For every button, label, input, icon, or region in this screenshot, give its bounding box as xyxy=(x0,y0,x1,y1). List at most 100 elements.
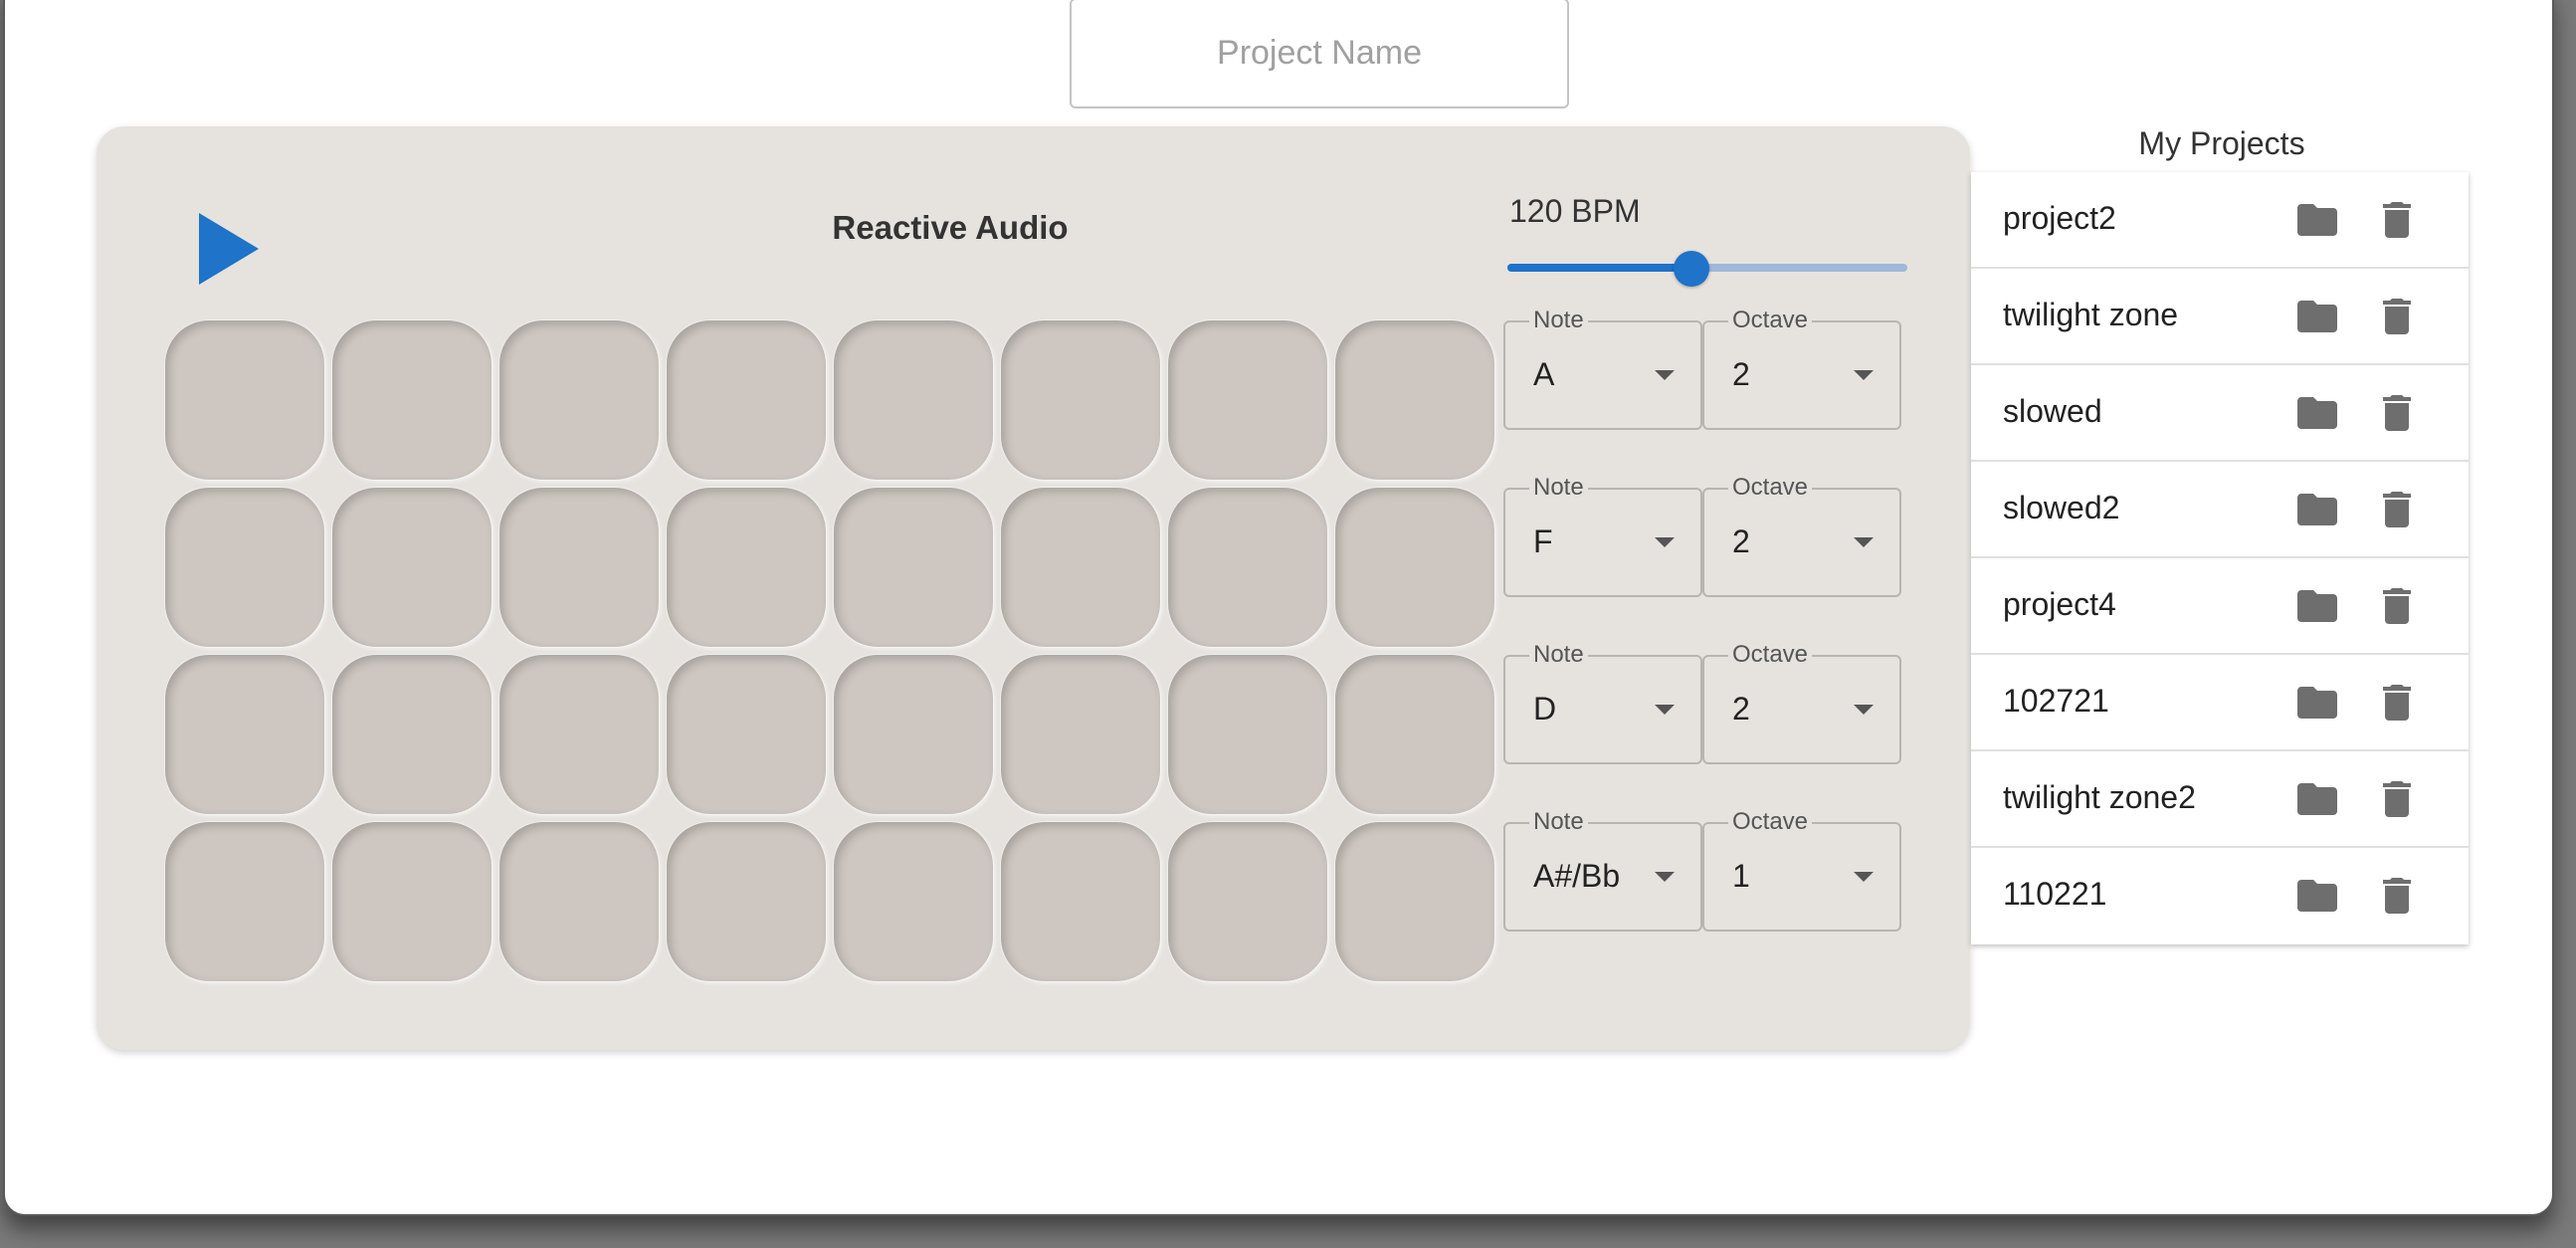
project-name: twilight zone2 xyxy=(2003,779,2196,815)
dropdown-arrow-icon xyxy=(1655,705,1675,715)
folder-icon[interactable] xyxy=(2293,196,2341,244)
note-select[interactable]: Note A xyxy=(1503,307,1702,430)
octave-select-label: Octave xyxy=(1728,307,1813,334)
project-name: slowed2 xyxy=(2003,490,2120,525)
octave-select-value: 2 xyxy=(1732,691,1750,727)
step-pad[interactable] xyxy=(1001,822,1160,981)
step-pad[interactable] xyxy=(1168,320,1327,480)
octave-select-value: 2 xyxy=(1732,356,1750,392)
bpm-label: 120 BPM xyxy=(1509,193,1641,229)
trash-icon[interactable] xyxy=(2373,679,2421,727)
dropdown-arrow-icon xyxy=(1655,872,1675,882)
step-pad[interactable] xyxy=(332,655,492,814)
step-pad[interactable] xyxy=(332,822,492,981)
step-pad[interactable] xyxy=(165,488,324,647)
octave-select[interactable]: Octave 2 xyxy=(1702,641,1901,764)
step-pad[interactable] xyxy=(165,822,324,981)
slider-track xyxy=(1507,264,1691,272)
step-pad[interactable] xyxy=(834,488,993,647)
octave-select[interactable]: Octave 2 xyxy=(1702,307,1901,430)
dropdown-arrow-icon xyxy=(1854,705,1874,715)
note-select-label: Note xyxy=(1529,307,1588,334)
step-pad[interactable] xyxy=(165,655,324,814)
bpm-slider[interactable] xyxy=(1507,251,1907,287)
trash-icon[interactable] xyxy=(2373,486,2421,533)
project-row[interactable]: slowed2 xyxy=(1971,462,2469,558)
note-select-label: Note xyxy=(1529,641,1588,669)
play-button[interactable] xyxy=(199,213,259,285)
step-pad[interactable] xyxy=(165,320,324,480)
folder-icon[interactable] xyxy=(2293,582,2341,630)
dropdown-arrow-icon xyxy=(1854,872,1874,882)
step-pad[interactable] xyxy=(332,488,492,647)
step-pad[interactable] xyxy=(1168,488,1327,647)
project-row[interactable]: project2 xyxy=(1971,172,2469,269)
projects-list: project2 twilight zone slowed slowed2 projec… xyxy=(1971,172,2469,944)
step-pad[interactable] xyxy=(1168,822,1327,981)
step-pad[interactable] xyxy=(834,655,993,814)
step-pad[interactable] xyxy=(667,488,826,647)
octave-select-label: Octave xyxy=(1728,641,1813,669)
project-row[interactable]: 102721 xyxy=(1971,655,2469,751)
note-select-label: Note xyxy=(1529,474,1588,502)
slider-thumb[interactable] xyxy=(1673,251,1709,287)
step-pad[interactable] xyxy=(667,320,826,480)
note-select-value: F xyxy=(1533,523,1553,559)
trash-icon[interactable] xyxy=(2373,389,2421,437)
step-pad[interactable] xyxy=(834,822,993,981)
project-name-input[interactable] xyxy=(1070,0,1569,108)
step-pad[interactable] xyxy=(332,320,492,480)
step-pad[interactable] xyxy=(1335,320,1494,480)
folder-icon[interactable] xyxy=(2293,679,2341,727)
project-row[interactable]: project4 xyxy=(1971,558,2469,655)
folder-icon[interactable] xyxy=(2293,293,2341,340)
step-pad[interactable] xyxy=(1335,822,1494,981)
project-row[interactable]: twilight zone xyxy=(1971,269,2469,365)
dropdown-arrow-icon xyxy=(1854,537,1874,547)
folder-icon[interactable] xyxy=(2293,486,2341,533)
project-row[interactable]: slowed xyxy=(1971,365,2469,462)
note-select[interactable]: Note F xyxy=(1503,474,1702,597)
step-pad[interactable] xyxy=(499,320,659,480)
note-select[interactable]: Note A#/Bb xyxy=(1503,808,1702,932)
octave-select-label: Octave xyxy=(1728,474,1813,502)
sequencer-title: Reactive Audio xyxy=(832,209,1069,246)
dropdown-arrow-icon xyxy=(1854,370,1874,380)
folder-icon[interactable] xyxy=(2293,389,2341,437)
step-pad[interactable] xyxy=(1001,655,1160,814)
step-pad[interactable] xyxy=(1335,488,1494,647)
folder-icon[interactable] xyxy=(2293,872,2341,920)
play-icon xyxy=(199,213,259,285)
project-name: twilight zone xyxy=(2003,297,2179,332)
step-pad[interactable] xyxy=(834,320,993,480)
note-select[interactable]: Note D xyxy=(1503,641,1702,764)
my-projects-title: My Projects xyxy=(2138,125,2305,161)
step-pad[interactable] xyxy=(499,655,659,814)
project-name: slowed xyxy=(2003,393,2102,429)
project-row[interactable]: 110221 xyxy=(1971,848,2469,944)
step-pad[interactable] xyxy=(667,822,826,981)
step-pad[interactable] xyxy=(667,655,826,814)
step-pad[interactable] xyxy=(499,822,659,981)
project-name: 102721 xyxy=(2003,683,2109,719)
octave-select[interactable]: Octave 1 xyxy=(1702,808,1901,932)
project-row[interactable]: twilight zone2 xyxy=(1971,751,2469,848)
step-pad[interactable] xyxy=(1168,655,1327,814)
app-window: Reactive Audio 120 BPM Note A Octave 2 Note F… xyxy=(3,0,2554,1216)
step-pad[interactable] xyxy=(1001,320,1160,480)
trash-icon[interactable] xyxy=(2373,775,2421,823)
trash-icon[interactable] xyxy=(2373,872,2421,920)
trash-icon[interactable] xyxy=(2373,293,2421,340)
octave-select[interactable]: Octave 2 xyxy=(1702,474,1901,597)
step-pad[interactable] xyxy=(499,488,659,647)
trash-icon[interactable] xyxy=(2373,196,2421,244)
note-select-value: D xyxy=(1533,691,1557,727)
octave-select-value: 2 xyxy=(1732,523,1750,559)
note-select-value: A xyxy=(1533,356,1555,392)
folder-icon[interactable] xyxy=(2293,775,2341,823)
project-name: project2 xyxy=(2003,200,2116,236)
step-pad[interactable] xyxy=(1335,655,1494,814)
step-pad[interactable] xyxy=(1001,488,1160,647)
trash-icon[interactable] xyxy=(2373,582,2421,630)
dropdown-arrow-icon xyxy=(1655,370,1675,380)
